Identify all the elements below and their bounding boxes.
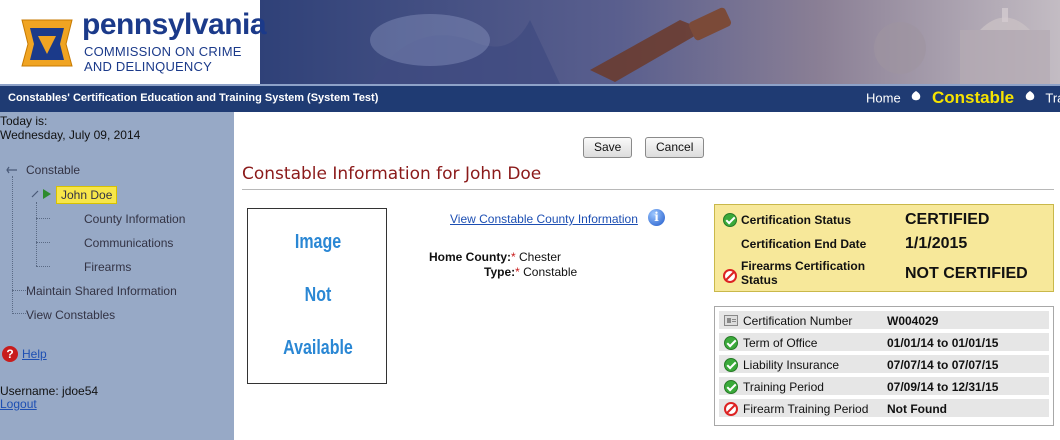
header-banner: pennsylvania COMMISSION ON CRIME AND DEL… [0, 0, 1060, 84]
banner-photo-collage [260, 0, 1060, 84]
brand-subtitle-line2: AND DELINQUENCY [84, 59, 212, 74]
help-link[interactable]: Help [22, 347, 47, 361]
detail-row-training-period: Training Period 07/09/14 to 12/31/15 [719, 377, 1049, 397]
nav-separator-icon [912, 91, 921, 101]
detail-label: Term of Office [743, 336, 818, 350]
check-icon [724, 380, 738, 394]
tree-connector [36, 242, 50, 243]
detail-label: Training Period [743, 380, 824, 394]
tree-connector [36, 266, 50, 267]
detail-value: W004029 [887, 314, 939, 328]
today-date: Wednesday, July 09, 2014 [0, 128, 141, 142]
cert-end-date-value: 1/1/2015 [905, 235, 968, 252]
sidebar: Today is: Wednesday, July 09, 2014 Const… [0, 112, 234, 440]
nav-separator-icon [1025, 91, 1035, 101]
tree-connector [12, 176, 13, 312]
firearms-cert-value: NOT CERTIFIED [905, 265, 1028, 282]
tree-connector [12, 290, 26, 291]
detail-label: Certification Number [743, 314, 853, 328]
check-icon [723, 213, 737, 227]
tree-collapse-icon[interactable] [6, 165, 18, 175]
home-county-field: Home County:* Chester [429, 250, 561, 264]
type-field: Type:* Constable [484, 265, 577, 279]
detail-value: Not Found [887, 402, 947, 416]
today-label: Today is: [0, 114, 48, 128]
detail-value: 07/09/14 to 12/31/15 [887, 380, 999, 394]
info-icon[interactable]: i [648, 209, 665, 226]
page-title: Constable Information for John Doe [242, 164, 542, 184]
tree-item-communications[interactable]: Communications [84, 236, 173, 250]
cert-end-date-label: Certification End Date [741, 237, 867, 251]
home-county-label: Home County: [429, 250, 511, 264]
detail-value: 01/01/14 to 01/01/15 [887, 336, 999, 350]
detail-row-certification-number: Certification Number W004029 [719, 311, 1049, 331]
cert-status-value: CERTIFIED [905, 211, 990, 228]
certification-status-panel: Certification Status CERTIFIED Certifica… [714, 204, 1054, 292]
photo-text-line: Available [283, 337, 353, 359]
detail-value: 07/07/14 to 07/07/15 [887, 358, 999, 372]
tree-item-constable[interactable]: Constable [26, 163, 80, 177]
tree-connector [36, 202, 37, 266]
keystone-logo-icon [21, 19, 73, 67]
check-icon [724, 358, 738, 372]
title-divider [242, 189, 1054, 190]
tree-expander-icon[interactable] [30, 189, 40, 199]
tree-item-county-information[interactable]: County Information [84, 212, 185, 226]
save-button[interactable]: Save [583, 137, 633, 158]
id-card-icon [724, 315, 738, 326]
username-label: Username: jdoe54 [0, 384, 99, 398]
nav-training-link[interactable]: Traini [1045, 91, 1060, 106]
tree-item-view-constables[interactable]: View Constables [26, 308, 115, 322]
detail-row-term-of-office: Term of Office 01/01/14 to 01/01/15 [719, 333, 1049, 353]
tree-item-firearms[interactable]: Firearms [84, 260, 131, 274]
tree-item-maintain-shared-information[interactable]: Maintain Shared Information [26, 284, 177, 298]
type-value: Constable [523, 265, 578, 279]
logo-area: pennsylvania COMMISSION ON CRIME AND DEL… [0, 0, 267, 84]
certification-details-panel: Certification Number W004029 Term of Off… [714, 306, 1054, 426]
tree-connector [12, 313, 26, 314]
system-title: Constables' Certification Education and … [8, 92, 379, 104]
cert-status-label: Certification Status [741, 213, 852, 227]
firearms-cert-label-line1: Firearms Certification [741, 259, 866, 273]
check-icon [724, 336, 738, 350]
photo-text-line: Image [294, 231, 342, 253]
home-county-value: Chester [519, 250, 562, 264]
help-row: ? Help [0, 346, 47, 362]
detail-label: Firearm Training Period [743, 402, 869, 416]
type-label: Type: [484, 265, 516, 279]
nav-constable-link[interactable]: Constable [932, 88, 1014, 107]
tree-connector [36, 218, 50, 219]
brand-title: pennsylvania [82, 8, 267, 41]
nav-strip: Constables' Certification Education and … [0, 84, 1060, 112]
brand-subtitle-line1: COMMISSION ON CRIME [84, 44, 242, 59]
view-county-information-link[interactable]: View Constable County Information [450, 212, 638, 226]
prohibited-icon [724, 402, 738, 416]
photo-text-line: Not [304, 284, 332, 306]
logout-link[interactable]: Logout [0, 397, 37, 411]
play-arrow-icon [43, 189, 51, 199]
detail-row-firearm-training-period: Firearm Training Period Not Found [719, 399, 1049, 419]
nav-home-link[interactable]: Home [866, 91, 901, 106]
detail-label: Liability Insurance [743, 358, 840, 372]
required-marker: * [515, 265, 520, 279]
detail-row-liability-insurance: Liability Insurance 07/07/14 to 07/07/15 [719, 355, 1049, 375]
required-marker: * [511, 250, 516, 264]
firearms-cert-label-line2: Status [741, 273, 778, 287]
top-navigation: Home Constable Traini [866, 88, 1060, 108]
prohibited-icon [723, 269, 737, 283]
cancel-button[interactable]: Cancel [645, 137, 705, 158]
help-question-icon[interactable]: ? [2, 346, 18, 362]
tree-item-selected-constable[interactable]: John Doe [56, 186, 118, 204]
constable-photo-placeholder: Image Not Available [247, 208, 387, 384]
